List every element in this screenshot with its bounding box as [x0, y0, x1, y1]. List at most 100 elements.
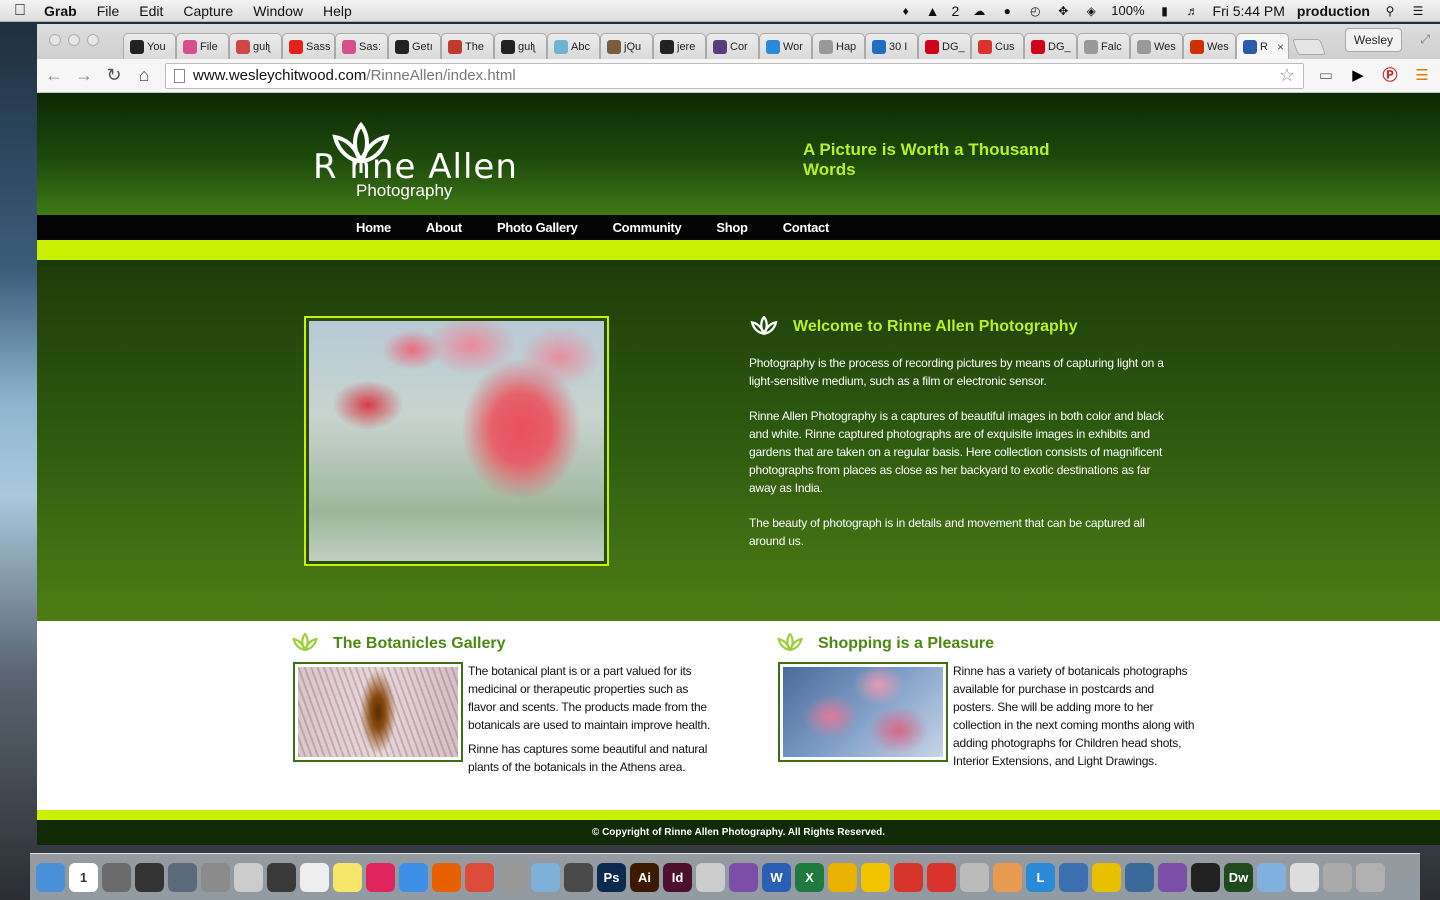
play-icon[interactable]: ▶	[1348, 66, 1368, 86]
bbedit-icon[interactable]	[1092, 862, 1121, 892]
browser-tab[interactable]: DG_	[1024, 33, 1077, 59]
bell-icon[interactable]: ♦	[898, 4, 914, 18]
browser-tab[interactable]: jQu	[600, 33, 653, 59]
word-icon[interactable]: W	[762, 862, 791, 892]
browser-tab[interactable]: Abc	[547, 33, 600, 59]
browser-tab[interactable]: Wes	[1183, 33, 1236, 59]
finder-icon[interactable]	[36, 862, 65, 892]
forward-icon[interactable]: →	[75, 65, 93, 86]
shopping-thumbnail[interactable]	[778, 662, 948, 762]
minimize-window-button[interactable]	[68, 34, 80, 46]
pdf-icon[interactable]	[894, 862, 923, 892]
browser-tab[interactable]: Hap	[812, 33, 865, 59]
browser-tab[interactable]: Getı	[388, 33, 441, 59]
browser-tab[interactable]: Cus	[971, 33, 1024, 59]
illustrator-icon[interactable]: Ai	[630, 862, 659, 892]
notification-center-icon[interactable]: ☰	[1410, 4, 1426, 18]
browser-tab[interactable]: R ×	[1236, 33, 1289, 59]
shopping-title[interactable]: Shopping is a Pleasure	[818, 635, 994, 653]
nav-contact[interactable]: Contact	[783, 220, 830, 235]
battery-icon[interactable]: ▮	[1157, 4, 1173, 18]
volume-icon[interactable]: ♬	[1185, 4, 1201, 18]
calculator-icon[interactable]	[234, 862, 263, 892]
network-icon[interactable]	[1125, 862, 1154, 892]
browser-tab[interactable]: The	[441, 33, 494, 59]
menu-capture[interactable]: Capture	[173, 3, 243, 19]
menu-window[interactable]: Window	[243, 3, 313, 19]
user-menu[interactable]: production	[1297, 3, 1370, 19]
zoom-window-button[interactable]	[87, 34, 99, 46]
sublime-icon[interactable]	[564, 862, 593, 892]
browser-tab[interactable]: Sas:	[335, 33, 388, 59]
cyberduck-icon[interactable]	[861, 862, 890, 892]
nav-about[interactable]: About	[426, 220, 462, 235]
fullscreen-icon[interactable]: ⤢	[1420, 32, 1430, 47]
time-machine-icon[interactable]: ◴	[1027, 4, 1043, 18]
browser-tab[interactable]: Wes	[1130, 33, 1183, 59]
indesign-icon[interactable]: Id	[663, 862, 692, 892]
outlook-icon[interactable]	[828, 862, 857, 892]
browser-tab[interactable]: jere	[653, 33, 706, 59]
reload-icon[interactable]: ↻	[105, 65, 123, 86]
clock[interactable]: Fri 5:44 PM	[1213, 3, 1285, 19]
cast-icon[interactable]: ▭	[1316, 66, 1336, 86]
acrobat-icon[interactable]	[696, 862, 725, 892]
browser-tab[interactable]: Falc	[1077, 33, 1130, 59]
browser-tab[interactable]: DG_	[918, 33, 971, 59]
gallery-thumbnail[interactable]	[293, 662, 463, 762]
textedit-icon[interactable]	[300, 862, 329, 892]
l-app-icon[interactable]: L	[1026, 862, 1055, 892]
home-icon[interactable]: ⌂	[135, 65, 153, 86]
browser-tab[interactable]: Cor	[706, 33, 759, 59]
remote-icon[interactable]	[927, 862, 956, 892]
close-tab-icon[interactable]: ×	[1277, 40, 1284, 54]
browser-tab[interactable]: gulʅ	[494, 33, 547, 59]
github-app-icon[interactable]	[1158, 862, 1187, 892]
dreamweaver-icon[interactable]: Dw	[1224, 862, 1253, 892]
music-icon[interactable]	[729, 862, 758, 892]
adobe-icon[interactable]: ▲	[926, 3, 940, 19]
browser-tab[interactable]: gulʅ	[229, 33, 282, 59]
preview-icon[interactable]	[498, 862, 527, 892]
photoshop-icon[interactable]: Ps	[597, 862, 626, 892]
terminal-icon[interactable]	[1191, 862, 1220, 892]
system-preferences-icon[interactable]	[201, 862, 230, 892]
photo-app-icon[interactable]	[531, 862, 560, 892]
cloud-icon[interactable]: ☁	[971, 4, 987, 18]
nav-photo-gallery[interactable]: Photo Gallery	[497, 220, 578, 235]
profile-button[interactable]: Wesley	[1344, 28, 1402, 52]
browser-tab[interactable]: 30 I	[865, 33, 918, 59]
mission-control-icon[interactable]	[168, 862, 197, 892]
dashboard-icon[interactable]	[135, 862, 164, 892]
browser-tab[interactable]: Wor	[759, 33, 812, 59]
menu-file[interactable]: File	[87, 3, 130, 19]
wifi-icon[interactable]: ◈	[1083, 4, 1099, 18]
balloon-icon[interactable]	[993, 862, 1022, 892]
evernote-icon[interactable]: ●	[999, 4, 1015, 18]
chrome-menu-icon[interactable]: ☰	[1412, 66, 1432, 86]
gallery-title[interactable]: The Botanicles Gallery	[333, 635, 506, 653]
nav-community[interactable]: Community	[613, 220, 682, 235]
bookmark-star-icon[interactable]: ☆	[1279, 65, 1295, 86]
app-menu[interactable]: Grab	[40, 3, 87, 19]
pencil-icon[interactable]	[960, 862, 989, 892]
calendar-icon[interactable]: 1	[69, 862, 98, 892]
browser-tab[interactable]: Sass	[282, 33, 335, 59]
firefox-icon[interactable]	[432, 862, 461, 892]
excel-icon[interactable]: X	[795, 862, 824, 892]
launchpad-icon[interactable]	[102, 862, 131, 892]
photos-icon[interactable]	[1323, 862, 1352, 892]
safari-icon[interactable]	[399, 862, 428, 892]
folder-icon[interactable]	[1257, 862, 1286, 892]
back-icon[interactable]: ←	[45, 65, 63, 86]
stickies-icon[interactable]	[333, 862, 362, 892]
nav-shop[interactable]: Shop	[716, 220, 748, 235]
trash-icon[interactable]	[1356, 862, 1385, 892]
spotlight-icon[interactable]: ⚲	[1382, 4, 1398, 18]
facetime-icon[interactable]	[267, 862, 296, 892]
address-bar[interactable]: www.wesleychitwood.com/RinneAllen/index.…	[165, 62, 1304, 89]
menu-edit[interactable]: Edit	[129, 3, 173, 19]
close-window-button[interactable]	[49, 34, 61, 46]
chrome-icon[interactable]	[465, 862, 494, 892]
clock-icon[interactable]	[1059, 862, 1088, 892]
